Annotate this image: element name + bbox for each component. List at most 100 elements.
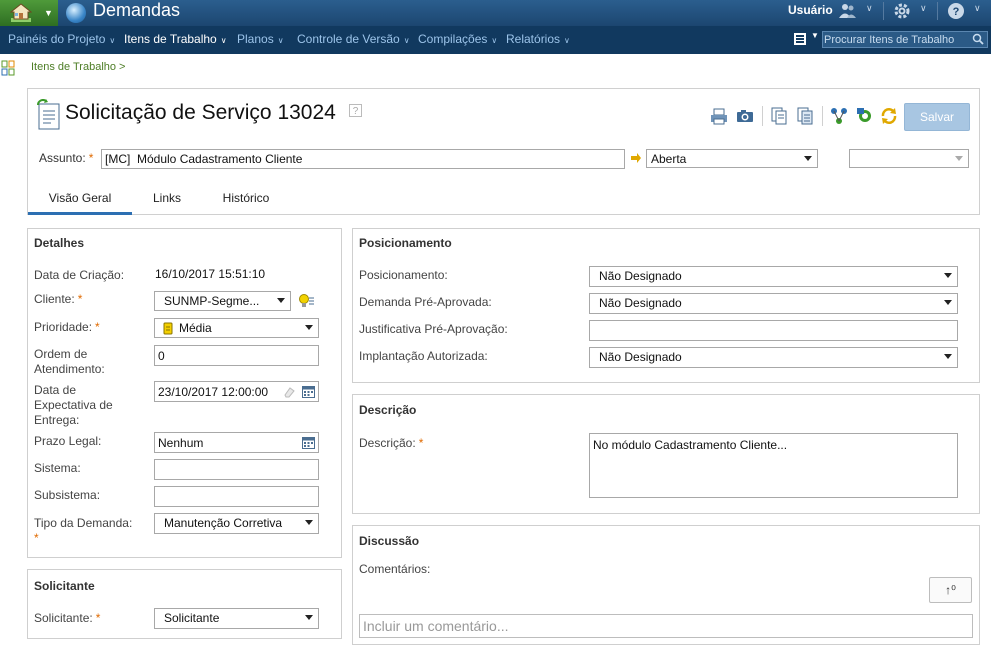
- save-button[interactable]: Salvar: [904, 103, 970, 131]
- divider: [937, 2, 938, 20]
- tab-historico[interactable]: Histórico: [210, 182, 282, 215]
- justification-input[interactable]: [589, 320, 958, 341]
- subsystem-input[interactable]: [154, 486, 319, 507]
- description-title: Descrição: [359, 403, 417, 417]
- chevron-down-icon[interactable]: ∨: [866, 3, 873, 14]
- users-icon[interactable]: [838, 2, 858, 20]
- priority-label: Prioridade: *: [34, 320, 100, 334]
- chevron-down-icon: [944, 300, 952, 305]
- sync-icon[interactable]: [856, 107, 874, 125]
- description-textarea[interactable]: No módulo Cadastramento Cliente...: [589, 433, 958, 498]
- calendar-icon[interactable]: [302, 386, 315, 398]
- comment-input[interactable]: Incluir um comentário...: [359, 614, 973, 638]
- tab-visao-geral[interactable]: Visão Geral: [28, 182, 132, 215]
- svg-text:?: ?: [953, 6, 960, 18]
- client-select[interactable]: SUNMP-Segme...: [154, 291, 291, 311]
- preapproved-select[interactable]: Não Designado: [589, 293, 958, 314]
- divider: [762, 106, 763, 126]
- deployment-select[interactable]: Não Designado: [589, 347, 958, 368]
- demand-type-label: Tipo da Demanda: *: [34, 516, 133, 545]
- chevron-down-icon: ∨: [277, 36, 284, 45]
- work-item-type-icon[interactable]: [794, 33, 806, 45]
- nav-item-planos[interactable]: Planos ∨: [237, 26, 284, 54]
- print-icon[interactable]: [710, 107, 728, 125]
- chevron-down-icon: [305, 615, 313, 620]
- subject-label: Assunto: *: [39, 151, 94, 165]
- home-icon: [10, 3, 32, 22]
- camera-icon[interactable]: [736, 107, 754, 125]
- required-mark: *: [95, 320, 100, 334]
- legal-deadline-label: Prazo Legal:: [34, 434, 102, 448]
- nav-item-itens-de-trabalho[interactable]: Itens de Trabalho ∨: [124, 26, 227, 54]
- subsystem-label: Subsistema:: [34, 488, 101, 502]
- deployment-label: Implantação Autorizada:: [359, 349, 488, 363]
- state-select[interactable]: Aberta: [646, 149, 818, 168]
- nav-item-controle-de-versao[interactable]: Controle de Versão ∨: [297, 26, 410, 54]
- justification-label: Justificativa Pré-Aprovação:: [359, 322, 508, 336]
- description-label: Descrição: *: [359, 436, 424, 450]
- chevron-down-icon[interactable]: ▼: [811, 31, 819, 40]
- chevron-down-icon: ▼: [44, 8, 53, 18]
- dashboard-icon[interactable]: [1, 60, 15, 76]
- order-input[interactable]: [154, 345, 319, 366]
- chevron-down-icon: [944, 273, 952, 278]
- required-mark: *: [95, 611, 101, 625]
- discussion-title: Discussão: [359, 534, 420, 548]
- copy-icon[interactable]: [796, 107, 814, 125]
- chevron-down-icon: [955, 156, 963, 161]
- chevron-down-icon: ∨: [109, 36, 116, 45]
- calendar-icon[interactable]: [302, 437, 315, 449]
- chevron-down-icon: [305, 520, 313, 525]
- chevron-down-icon: [277, 298, 285, 303]
- arrow-right-icon: [631, 153, 641, 163]
- required-mark: *: [34, 531, 39, 545]
- requester-label: Solicitante: *: [34, 611, 101, 625]
- nav-item-relatorios[interactable]: Relatórios ∨: [506, 26, 570, 54]
- globe-icon: [66, 3, 86, 23]
- refresh-icon[interactable]: [880, 107, 898, 125]
- comments-label: Comentários:: [359, 562, 431, 576]
- user-menu-label[interactable]: Usuário: [788, 0, 833, 20]
- divider: [822, 106, 823, 126]
- eraser-icon[interactable]: [283, 386, 295, 398]
- system-input[interactable]: [154, 459, 319, 480]
- chevron-down-icon: [305, 325, 313, 330]
- action-select[interactable]: [849, 149, 969, 168]
- legal-deadline-input[interactable]: [154, 432, 319, 453]
- tab-links[interactable]: Links: [140, 182, 194, 215]
- divider: [883, 2, 884, 20]
- chevron-down-icon: ∨: [403, 36, 410, 45]
- lightbulb-icon[interactable]: [298, 293, 315, 309]
- search-icon[interactable]: [972, 33, 984, 45]
- copy-search-icon[interactable]: [770, 107, 788, 125]
- subject-input[interactable]: [101, 149, 625, 169]
- sort-comments-button[interactable]: ↑⁰: [929, 577, 972, 603]
- creation-date-value: 16/10/2017 15:51:10: [155, 267, 266, 281]
- required-mark: *: [418, 436, 424, 450]
- positioning-select[interactable]: Não Designado: [589, 266, 958, 287]
- creation-date-label: Data de Criação:: [34, 268, 125, 282]
- required-mark: *: [77, 292, 83, 306]
- chevron-down-icon: ∨: [491, 36, 498, 45]
- system-label: Sistema:: [34, 461, 81, 475]
- chevron-down-icon: [804, 156, 812, 161]
- chevron-down-icon[interactable]: ∨: [974, 3, 981, 14]
- priority-select[interactable]: Média: [154, 318, 319, 338]
- breadcrumb[interactable]: Itens de Trabalho >: [31, 61, 125, 73]
- nav-item-compilacoes[interactable]: Compilações ∨: [418, 26, 497, 54]
- positioning-title: Posicionamento: [359, 236, 452, 250]
- help-circle-icon[interactable]: ?: [946, 2, 966, 20]
- expected-date-label: Data de Expectativa de Entrega:: [34, 383, 113, 427]
- search-input[interactable]: [824, 32, 966, 47]
- nav-item-paineis[interactable]: Painéis do Projeto ∨: [8, 26, 115, 54]
- home-button[interactable]: ▼: [0, 0, 58, 26]
- page-title: Solicitação de Serviço 13024: [65, 101, 336, 124]
- requester-select[interactable]: Solicitante: [154, 608, 319, 629]
- help-icon[interactable]: ?: [349, 104, 362, 117]
- link-hierarchy-icon[interactable]: [830, 107, 848, 125]
- preapproved-label: Demanda Pré-Aprovada:: [359, 295, 492, 309]
- chevron-down-icon[interactable]: ∨: [920, 3, 927, 14]
- gear-icon[interactable]: [892, 2, 912, 20]
- positioning-label: Posicionamento:: [359, 268, 448, 282]
- demand-type-select[interactable]: Manutenção Corretiva: [154, 513, 319, 534]
